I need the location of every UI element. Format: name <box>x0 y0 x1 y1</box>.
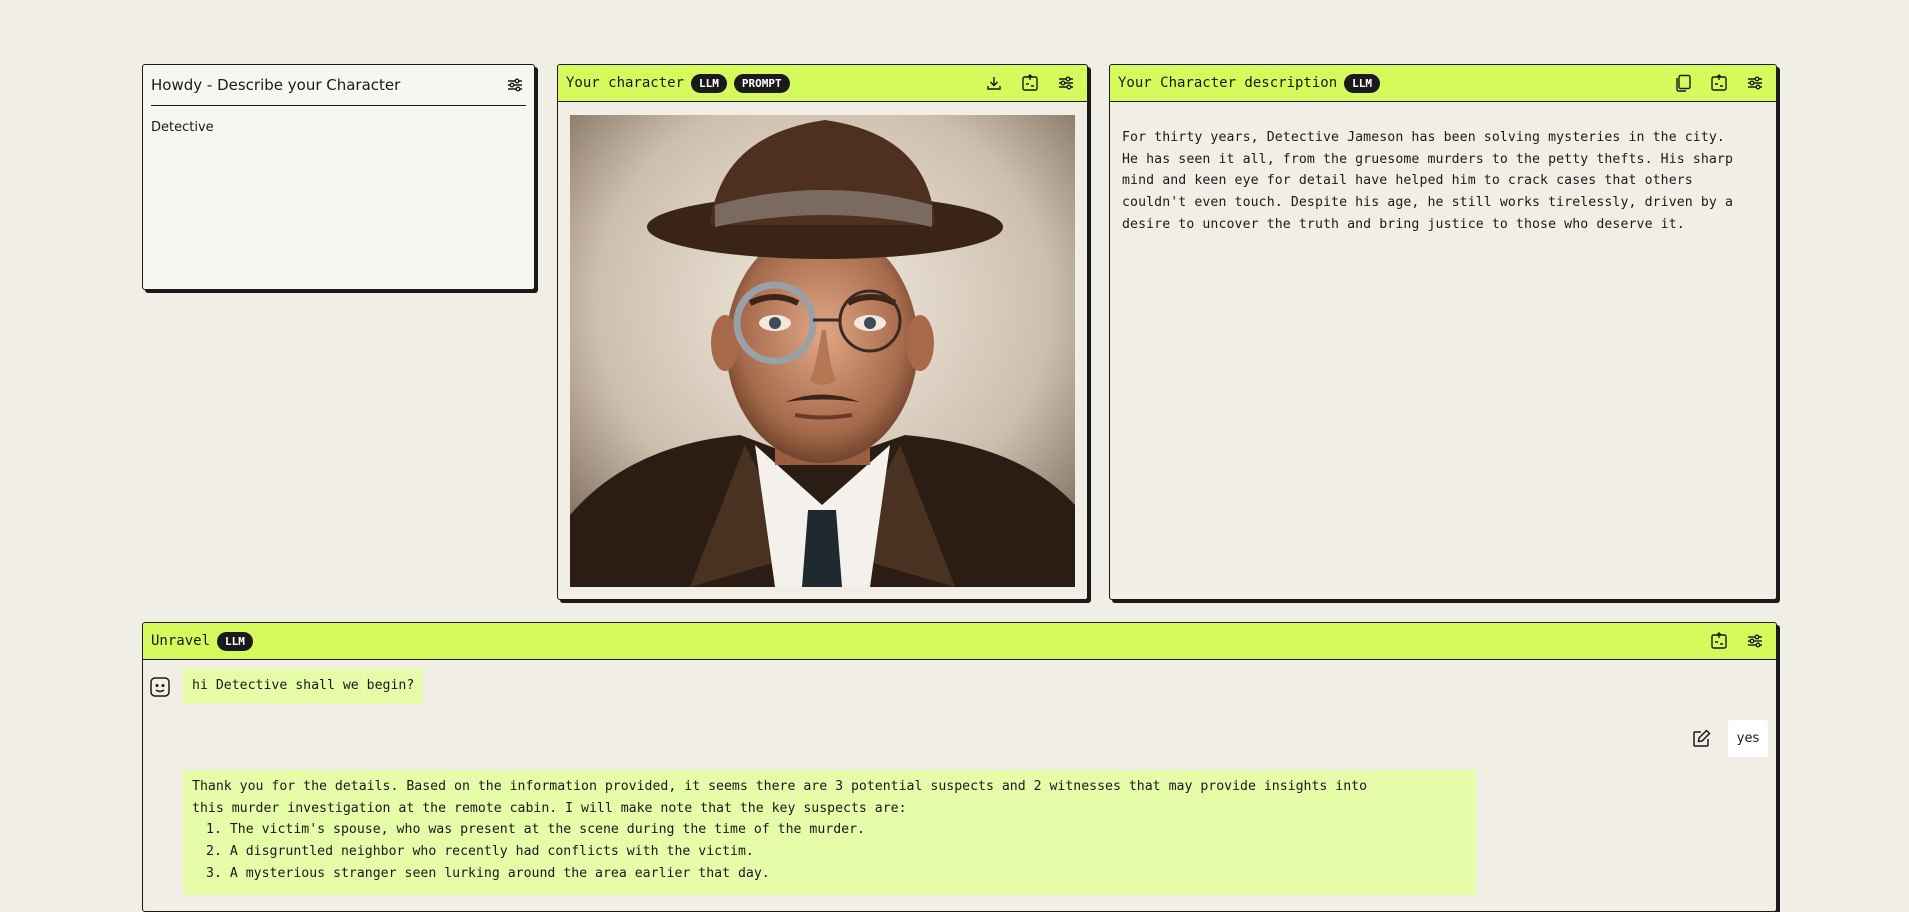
character-panel-header: Your character LLM PROMPT <box>558 65 1087 102</box>
copy-icon[interactable] <box>1672 72 1694 94</box>
list-item: 1. The victim's spouse, who was present … <box>206 822 865 838</box>
list-item: 2. A disgruntled neighbor who recently h… <box>206 844 754 860</box>
export-icon[interactable] <box>1019 72 1041 94</box>
description-panel-title: Your Character description <box>1118 75 1338 91</box>
download-icon[interactable] <box>983 72 1005 94</box>
character-input-value[interactable]: Detective <box>151 120 526 135</box>
suspect-list: 1. The victim's spouse, who was present … <box>192 819 1467 884</box>
describe-panel-header: Howdy - Describe your Character <box>151 65 526 106</box>
description-line: For thirty years, Detective Jameson has … <box>1122 130 1725 145</box>
character-description-panel: Your Character description LLM For thirt… <box>1109 64 1777 600</box>
describe-character-panel: Howdy - Describe your Character Detectiv… <box>142 64 535 290</box>
list-item: 3. A mysterious stranger seen lurking ar… <box>206 865 770 881</box>
edit-icon[interactable] <box>1691 727 1713 749</box>
character-panel-title: Your character <box>566 75 685 91</box>
user-message: yes <box>1728 720 1768 757</box>
llm-badge: LLM <box>1344 73 1381 93</box>
unravel-panel-title: Unravel <box>151 633 211 649</box>
character-description-text: For thirty years, Detective Jameson has … <box>1122 127 1764 236</box>
bot-message-line: this murder investigation at the remote … <box>192 800 907 816</box>
description-line: couldn't even touch. Despite his age, he… <box>1122 195 1734 211</box>
list-item-text: The victim's spouse, who was present at … <box>229 822 865 838</box>
describe-panel-title: Howdy - Describe your Character <box>151 76 401 94</box>
bot-message: Thank you for the details. Based on the … <box>183 770 1476 895</box>
sliders-icon[interactable] <box>1744 72 1766 94</box>
bot-avatar-icon <box>149 676 171 698</box>
prompt-badge: PROMPT <box>733 73 790 93</box>
list-item-text: A disgruntled neighbor who recently had … <box>229 844 754 860</box>
llm-badge: LLM <box>691 73 727 93</box>
character-portrait-image <box>570 115 1075 587</box>
unravel-panel-header: Unravel LLM <box>143 623 1776 660</box>
sliders-icon[interactable] <box>1744 630 1766 652</box>
description-line: He has seen it all, from the gruesome mu… <box>1122 151 1734 167</box>
sliders-icon[interactable] <box>504 74 526 96</box>
export-icon[interactable] <box>1708 630 1730 652</box>
sliders-icon[interactable] <box>1055 72 1077 94</box>
export-icon[interactable] <box>1708 72 1730 94</box>
llm-badge: LLM <box>217 631 253 651</box>
description-line: mind and keen eye for detail have helped… <box>1122 173 1693 189</box>
bot-message-line: Thank you for the details. Based on the … <box>192 779 1368 794</box>
list-item-text: A mysterious stranger seen lurking aroun… <box>229 865 770 881</box>
description-line: desire to uncover the truth and bring ju… <box>1122 216 1685 232</box>
character-image-panel: Your character LLM PROMPT <box>557 64 1088 600</box>
description-panel-header: Your Character description LLM <box>1110 65 1776 102</box>
bot-message: hi Detective shall we begin? <box>183 668 424 704</box>
